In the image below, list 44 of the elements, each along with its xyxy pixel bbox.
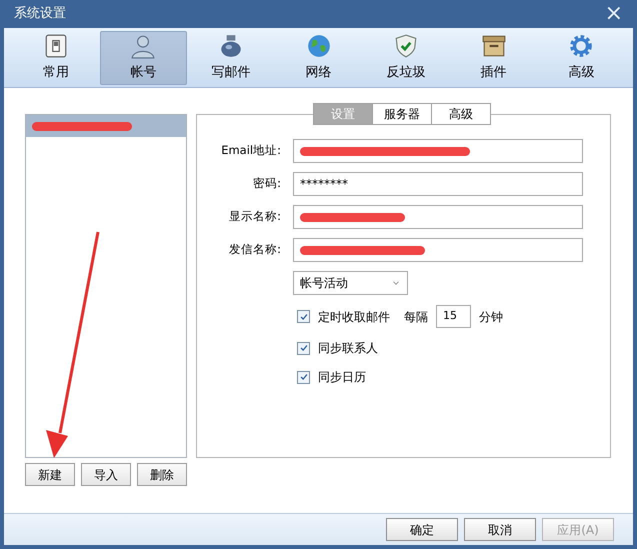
switch-icon (42, 33, 69, 60)
window-title: 系统设置 (14, 5, 66, 24)
toolbar-tab[interactable]: 插件 (450, 31, 538, 85)
field-label: 显示名称: (228, 208, 281, 226)
toolbar-tab[interactable]: 写邮件 (187, 31, 275, 85)
field-label: 发信名称: (228, 241, 281, 258)
tab[interactable]: 服务器 (372, 103, 432, 125)
input-field[interactable] (293, 238, 583, 262)
settings-icon (568, 33, 594, 60)
checkbox-label: 定时收取邮件 (318, 308, 390, 326)
checkbox-label: 同步联系人 (318, 340, 378, 357)
account-button[interactable]: 导入 (81, 463, 131, 486)
toolbar-tab[interactable]: 常用 (12, 31, 100, 85)
account-item[interactable] (26, 115, 186, 137)
dialog-button[interactable]: 取消 (464, 518, 536, 541)
tab[interactable]: 高级 (431, 103, 491, 125)
toolbar-tab[interactable]: 网络 (274, 31, 362, 85)
checkbox[interactable] (297, 310, 310, 323)
globe-icon (306, 33, 332, 60)
check-icon (298, 372, 308, 382)
input-field[interactable] (293, 205, 583, 229)
check-icon (298, 312, 308, 322)
checkbox-label: 同步日历 (318, 369, 366, 386)
status-dropdown[interactable]: 帐号活动 (293, 271, 408, 295)
interval-label: 每隔 (404, 308, 428, 326)
close-button[interactable]: × (600, 3, 627, 25)
interval-field[interactable]: 15 (436, 305, 471, 328)
shield-check-icon (393, 33, 420, 60)
input-field[interactable] (293, 139, 583, 163)
toolbar-tab[interactable]: 帐号 (100, 31, 188, 85)
toolbar-tab[interactable]: 高级 (537, 31, 626, 85)
field-label: Email地址: (220, 142, 281, 160)
account-button[interactable]: 删除 (137, 463, 187, 486)
account-button[interactable]: 新建 (25, 463, 75, 486)
unit-label: 分钟 (479, 308, 503, 326)
input-field[interactable]: ******** (293, 172, 583, 196)
check-icon (298, 343, 308, 353)
dialog-button[interactable]: 确定 (386, 518, 458, 541)
field-label: 密码: (252, 175, 281, 192)
checkbox[interactable] (297, 342, 310, 354)
toolbar-tab[interactable]: 反垃圾 (362, 31, 450, 85)
checkbox[interactable] (297, 370, 310, 384)
box-icon (480, 33, 507, 60)
person-icon (130, 33, 156, 60)
